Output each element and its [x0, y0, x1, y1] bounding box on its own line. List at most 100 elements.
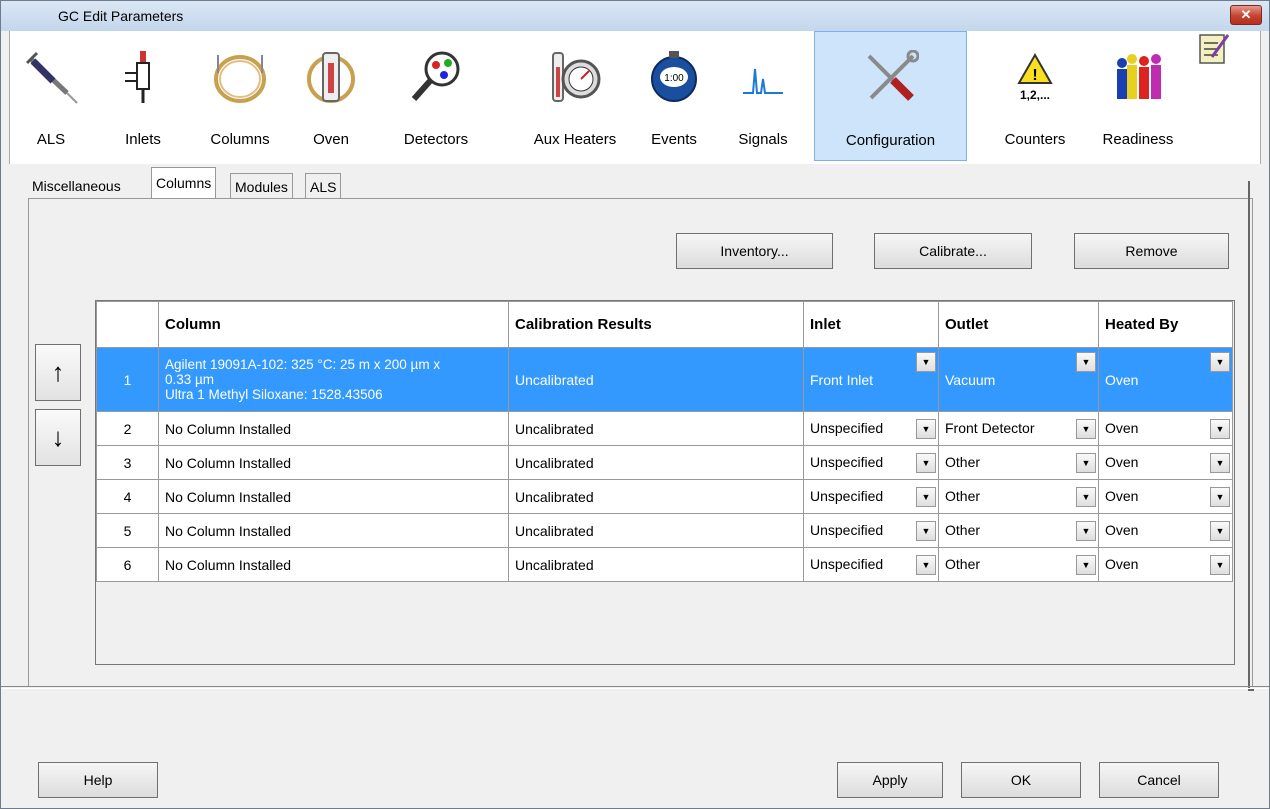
calibrate-button[interactable]: Calibrate... [874, 233, 1032, 269]
inlet-dropdown-arrow-icon[interactable]: ▼ [916, 418, 936, 439]
toolbar-inlets[interactable]: Inlets [112, 31, 174, 161]
outlet-cell[interactable]: Other ▼ [938, 547, 1099, 582]
calibration-cell[interactable]: Uncalibrated [508, 547, 804, 582]
stopwatch-icon: 1:00 [651, 51, 697, 102]
calibration-cell[interactable]: Uncalibrated [508, 479, 804, 514]
outlet-cell[interactable]: Other ▼ [938, 445, 1099, 480]
calibration-cell[interactable]: Uncalibrated [508, 347, 804, 412]
inlet-cell[interactable]: Front Inlet ▼ [803, 347, 939, 412]
outlet-dropdown-arrow-icon[interactable]: ▼ [1076, 554, 1096, 575]
panel-divider [1, 686, 1269, 689]
table-row[interactable]: 1 Agilent 19091A-102: 325 °C: 25 m x 200… [96, 347, 1233, 412]
inlet-cell[interactable]: Unspecified ▼ [803, 479, 939, 514]
counter-text: 1,2,... [1020, 88, 1050, 102]
toolbar-signals[interactable]: Signals [732, 31, 794, 161]
heated-by-cell[interactable]: Oven ▼ [1098, 513, 1233, 548]
toolbar-oven[interactable]: Oven [300, 31, 362, 161]
heated-by-cell[interactable]: Oven ▼ [1098, 445, 1233, 480]
svg-text:!: ! [1032, 67, 1037, 84]
toolbar-columns[interactable]: Columns [197, 31, 283, 161]
toolbar-counters[interactable]: ! 1,2,... Counters [995, 31, 1075, 161]
move-down-button[interactable]: ↓ [35, 409, 81, 466]
row-number[interactable]: 6 [96, 547, 159, 582]
inlet-dropdown-arrow-icon[interactable]: ▼ [916, 352, 936, 372]
heated-by-dropdown-arrow-icon[interactable]: ▼ [1210, 520, 1230, 541]
calibration-cell[interactable]: Uncalibrated [508, 445, 804, 480]
heated-by-cell[interactable]: Oven ▼ [1098, 547, 1233, 582]
outlet-dropdown-arrow-icon[interactable]: ▼ [1076, 486, 1096, 507]
move-up-button[interactable]: ↑ [35, 344, 81, 401]
inlet-dropdown-arrow-icon[interactable]: ▼ [916, 520, 936, 541]
table-row[interactable]: 4 No Column Installed Uncalibrated Unspe… [96, 479, 1233, 514]
wrench-screwdriver-icon [867, 50, 919, 101]
remove-button[interactable]: Remove [1074, 233, 1229, 269]
tab-als[interactable]: ALS [305, 173, 342, 199]
tab-columns[interactable]: Columns [151, 167, 217, 198]
table-row[interactable]: 2 No Column Installed Uncalibrated Unspe… [96, 411, 1233, 446]
close-button[interactable]: ✕ [1230, 5, 1262, 25]
toolbar-detectors[interactable]: Detectors [390, 31, 482, 161]
inlet-dropdown-arrow-icon[interactable]: ▼ [916, 554, 936, 575]
cancel-button[interactable]: Cancel [1099, 762, 1219, 798]
heated-by-dropdown-arrow-icon[interactable]: ▼ [1210, 554, 1230, 575]
row-number[interactable]: 5 [96, 513, 159, 548]
toolbar-configuration[interactable]: Configuration [814, 31, 967, 161]
table-row[interactable]: 6 No Column Installed Uncalibrated Unspe… [96, 547, 1233, 582]
toolbar-label: Configuration [845, 132, 936, 149]
outlet-cell[interactable]: Vacuum ▼ [938, 347, 1099, 412]
row-number[interactable]: 1 [96, 347, 159, 412]
inlet-cell[interactable]: Unspecified ▼ [803, 513, 939, 548]
inventory-button[interactable]: Inventory... [676, 233, 833, 269]
heated-by-cell[interactable]: Oven ▼ [1098, 347, 1233, 412]
calibration-cell[interactable]: Uncalibrated [508, 411, 804, 446]
row-number[interactable]: 4 [96, 479, 159, 514]
column-cell[interactable]: No Column Installed [158, 547, 509, 582]
toolbar-als[interactable]: ALS [20, 31, 82, 161]
columns-table: Column Calibration Results Inlet Outlet … [96, 301, 1233, 582]
table-row[interactable]: 5 No Column Installed Uncalibrated Unspe… [96, 513, 1233, 548]
heated-by-cell[interactable]: Oven ▼ [1098, 479, 1233, 514]
row-number[interactable]: 3 [96, 445, 159, 480]
tab-modules[interactable]: Modules [230, 173, 293, 199]
inlet-dropdown-arrow-icon[interactable]: ▼ [916, 452, 936, 473]
inlet-dropdown-arrow-icon[interactable]: ▼ [916, 486, 936, 507]
tab-miscellaneous[interactable]: Miscellaneous [28, 173, 125, 198]
table-row[interactable]: 3 No Column Installed Uncalibrated Unspe… [96, 445, 1233, 480]
checklist-notepad-icon[interactable] [1198, 33, 1230, 67]
column-cell[interactable]: Agilent 19091A-102: 325 °C: 25 m x 200 µ… [158, 347, 509, 412]
column-cell[interactable]: No Column Installed [158, 411, 509, 446]
inlet-cell[interactable]: Unspecified ▼ [803, 445, 939, 480]
apply-button[interactable]: Apply [837, 762, 943, 798]
inlet-cell[interactable]: Unspecified ▼ [803, 411, 939, 446]
column-cell[interactable]: No Column Installed [158, 513, 509, 548]
oven-icon [307, 52, 355, 103]
toolbar-aux-heaters[interactable]: Aux Heaters [520, 31, 630, 161]
outlet-dropdown-arrow-icon[interactable]: ▼ [1076, 520, 1096, 541]
help-button[interactable]: Help [38, 762, 158, 798]
outlet-cell[interactable]: Other ▼ [938, 513, 1099, 548]
heated-by-cell[interactable]: Oven ▼ [1098, 411, 1233, 446]
calibration-cell[interactable]: Uncalibrated [508, 513, 804, 548]
outlet-dropdown-arrow-icon[interactable]: ▼ [1076, 418, 1096, 439]
heated-by-dropdown-arrow-icon[interactable]: ▼ [1210, 486, 1230, 507]
inlet-cell[interactable]: Unspecified ▼ [803, 547, 939, 582]
inlet-value: Unspecified [810, 488, 884, 504]
heated-by-value: Oven [1105, 372, 1139, 388]
detector-magnifier-icon [411, 51, 460, 101]
outlet-cell[interactable]: Other ▼ [938, 479, 1099, 514]
toolbar-readiness[interactable]: Readiness [1088, 31, 1188, 161]
heated-by-header: Heated By [1098, 301, 1233, 348]
outlet-dropdown-arrow-icon[interactable]: ▼ [1076, 452, 1096, 473]
outlet-dropdown-arrow-icon[interactable]: ▼ [1076, 352, 1096, 372]
syringe-icon [25, 51, 78, 104]
outlet-cell[interactable]: Front Detector ▼ [938, 411, 1099, 446]
ok-button[interactable]: OK [961, 762, 1081, 798]
heated-by-dropdown-arrow-icon[interactable]: ▼ [1210, 418, 1230, 439]
column-cell[interactable]: No Column Installed [158, 479, 509, 514]
toolbar-events[interactable]: 1:00 Events [643, 31, 705, 161]
heated-by-dropdown-arrow-icon[interactable]: ▼ [1210, 352, 1230, 372]
heated-by-dropdown-arrow-icon[interactable]: ▼ [1210, 452, 1230, 473]
columns-grid: Column Calibration Results Inlet Outlet … [95, 300, 1235, 665]
column-cell[interactable]: No Column Installed [158, 445, 509, 480]
row-number[interactable]: 2 [96, 411, 159, 446]
